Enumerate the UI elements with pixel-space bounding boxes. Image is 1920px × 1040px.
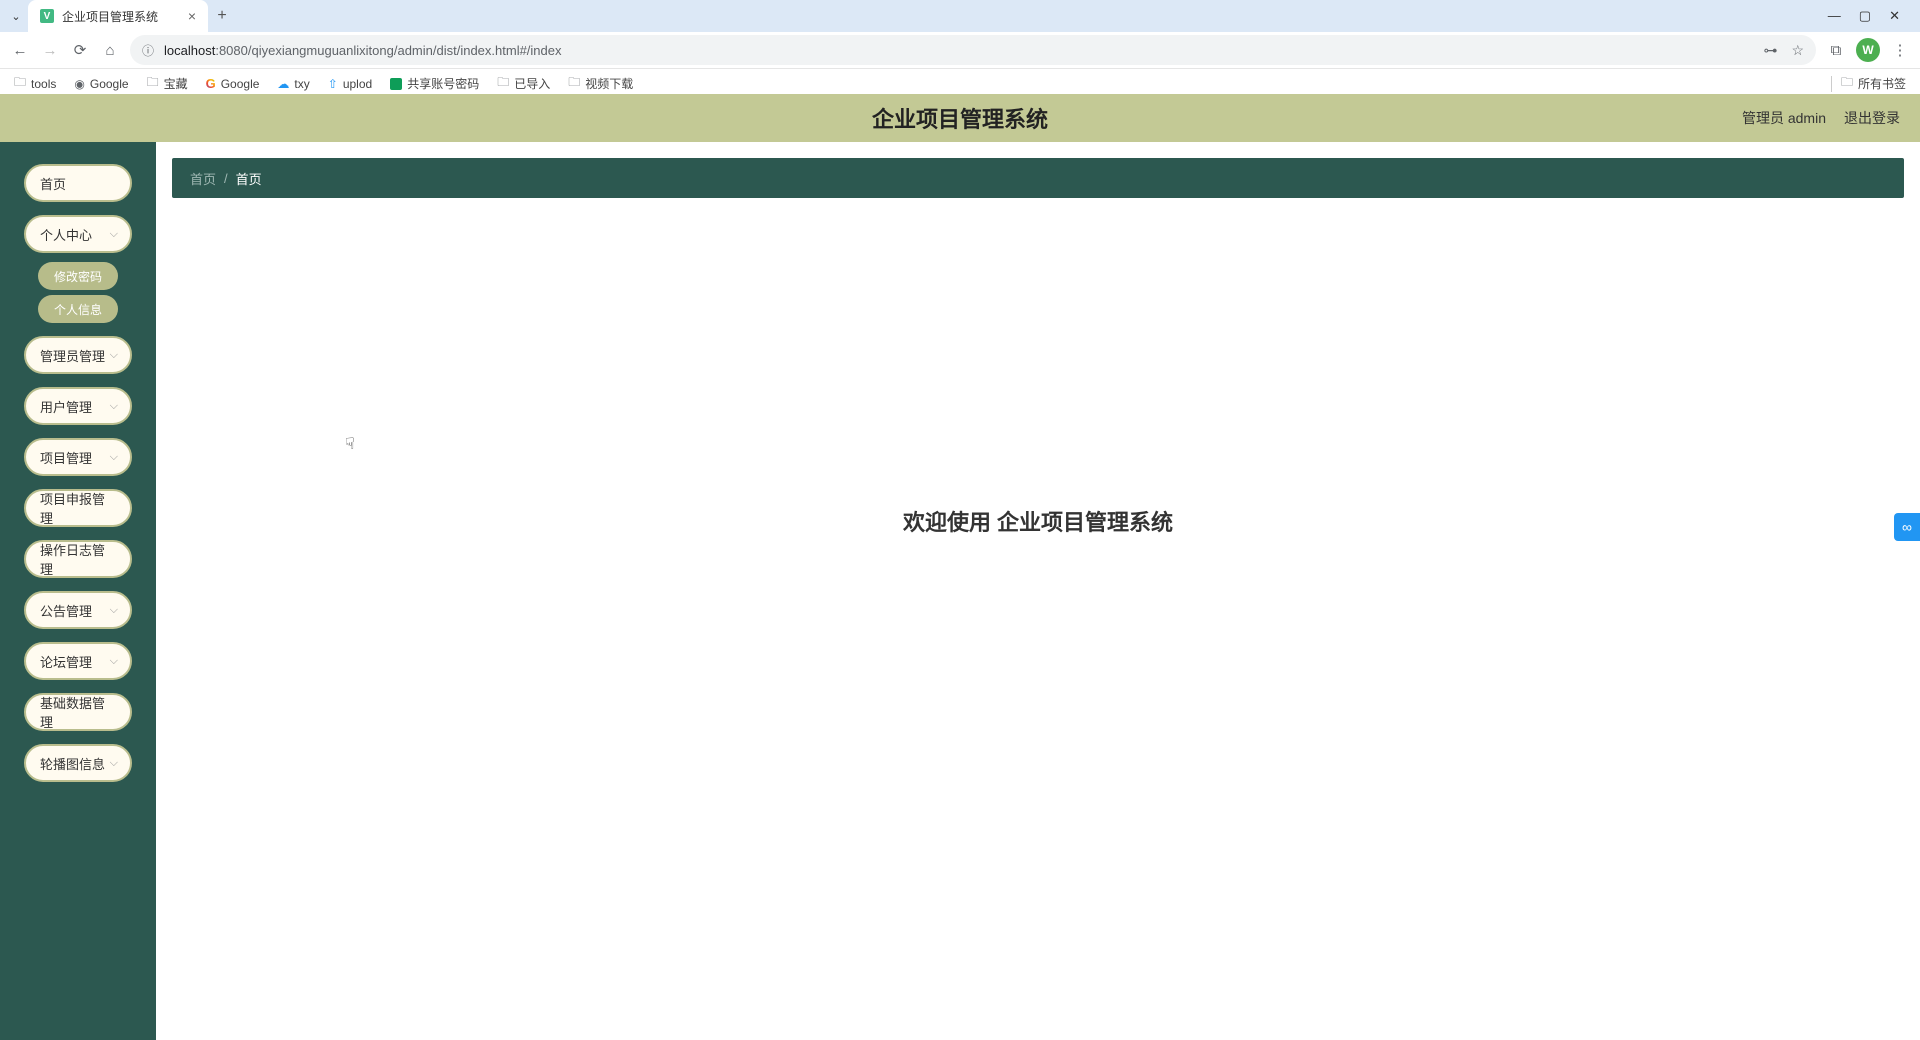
browser-tab[interactable]: V 企业项目管理系统 × bbox=[28, 0, 208, 32]
bookmark-uplod[interactable]: ⇧ uplod bbox=[328, 77, 372, 91]
sidebar-item-notice[interactable]: 公告管理 bbox=[24, 591, 132, 629]
sidebar-item-log[interactable]: 操作日志管理 bbox=[24, 540, 132, 578]
profile-avatar[interactable]: W bbox=[1856, 38, 1880, 62]
sidebar-item-label: 公告管理 bbox=[40, 601, 92, 620]
window-controls: ― ▢ ✕ bbox=[1828, 8, 1912, 24]
folder-icon: 🗀 bbox=[497, 73, 509, 94]
url-text: localhost:8080/qiyexiangmuguanlixitong/a… bbox=[164, 43, 1753, 58]
welcome-text: 欢迎使用 企业项目管理系统 bbox=[903, 505, 1173, 537]
user-info[interactable]: 管理员 admin bbox=[1742, 108, 1826, 128]
main-content: 首页 / 首页 欢迎使用 企业项目管理系统 bbox=[156, 142, 1920, 1040]
app-header: 企业项目管理系统 管理员 admin 退出登录 bbox=[0, 94, 1920, 142]
favicon-icon: V bbox=[40, 9, 54, 23]
bookmark-shared[interactable]: 共享账号密码 bbox=[390, 75, 479, 92]
sidebar-item-label: 个人中心 bbox=[40, 225, 92, 244]
tab-bar: ⌄ V 企业项目管理系统 × + ― ▢ ✕ bbox=[0, 0, 1920, 32]
floating-share-button[interactable]: ∞ bbox=[1894, 513, 1920, 541]
bookmark-video[interactable]: 🗀 视频下载 bbox=[568, 73, 633, 94]
sidebar-item-carousel[interactable]: 轮播图信息 bbox=[24, 744, 132, 782]
sidebar-item-user[interactable]: 用户管理 bbox=[24, 387, 132, 425]
sidebar-item-label: 首页 bbox=[40, 174, 66, 193]
minimize-button[interactable]: ― bbox=[1828, 8, 1841, 24]
submenu-change-password[interactable]: 修改密码 bbox=[38, 262, 118, 290]
sidebar-item-label: 项目申报管理 bbox=[40, 489, 116, 527]
breadcrumb-separator: / bbox=[224, 171, 228, 186]
close-tab-icon[interactable]: × bbox=[188, 8, 196, 24]
folder-icon: 🗀 bbox=[568, 73, 580, 94]
folder-icon: 🗀 bbox=[1841, 73, 1853, 94]
sidebar-item-label: 管理员管理 bbox=[40, 346, 105, 365]
separator bbox=[1831, 76, 1832, 92]
sidebar-item-label: 论坛管理 bbox=[40, 652, 92, 671]
logout-button[interactable]: 退出登录 bbox=[1844, 108, 1900, 128]
new-tab-button[interactable]: + bbox=[208, 2, 236, 30]
reload-button[interactable]: ⟳ bbox=[70, 41, 90, 59]
sidebar-item-label: 操作日志管理 bbox=[40, 540, 116, 578]
sidebar-item-declare[interactable]: 项目申报管理 bbox=[24, 489, 132, 527]
sidebar-item-label: 基础数据管理 bbox=[40, 693, 116, 731]
sidebar-item-label: 项目管理 bbox=[40, 448, 92, 467]
app-title: 企业项目管理系统 bbox=[872, 102, 1048, 134]
sidebar-item-admin[interactable]: 管理员管理 bbox=[24, 336, 132, 374]
bookmark-txy[interactable]: ☁ txy bbox=[277, 77, 309, 91]
submenu-label: 个人信息 bbox=[54, 301, 102, 318]
sidebar-item-home[interactable]: 首页 bbox=[24, 164, 132, 202]
sidebar-item-forum[interactable]: 论坛管理 bbox=[24, 642, 132, 680]
upload-icon: ⇧ bbox=[328, 77, 338, 91]
bookmark-imported[interactable]: 🗀 已导入 bbox=[497, 73, 550, 94]
url-bar[interactable]: ⓘ localhost:8080/qiyexiangmuguanlixitong… bbox=[130, 35, 1816, 65]
password-icon[interactable]: ⊶ bbox=[1763, 42, 1777, 59]
sidebar-item-label: 轮播图信息 bbox=[40, 754, 105, 773]
bookmark-treasure[interactable]: 🗀 宝藏 bbox=[147, 73, 188, 94]
sidebar: 首页 个人中心 修改密码 个人信息 管理员管理 用户管理 项目管理 项目申报管理… bbox=[0, 142, 156, 1040]
sidebar-item-personal[interactable]: 个人中心 bbox=[24, 215, 132, 253]
close-window-button[interactable]: ✕ bbox=[1889, 8, 1900, 24]
bookmark-google2[interactable]: G Google bbox=[206, 76, 260, 91]
welcome-area: 欢迎使用 企业项目管理系统 bbox=[172, 198, 1904, 1024]
home-button[interactable]: ⌂ bbox=[100, 42, 120, 59]
tab-dropdown-icon[interactable]: ⌄ bbox=[8, 8, 24, 24]
submenu-label: 修改密码 bbox=[54, 268, 102, 285]
site-info-icon[interactable]: ⓘ bbox=[142, 42, 154, 59]
breadcrumb: 首页 / 首页 bbox=[172, 158, 1904, 198]
folder-icon: 🗀 bbox=[147, 73, 159, 94]
forward-button[interactable]: → bbox=[40, 42, 60, 59]
cloud-icon: ☁ bbox=[277, 77, 289, 91]
back-button[interactable]: ← bbox=[10, 42, 30, 59]
submenu-personal: 修改密码 个人信息 bbox=[38, 262, 118, 328]
sidebar-item-project[interactable]: 项目管理 bbox=[24, 438, 132, 476]
sidebar-item-basedata[interactable]: 基础数据管理 bbox=[24, 693, 132, 731]
menu-icon[interactable]: ⋮ bbox=[1890, 41, 1910, 59]
share-icon: ∞ bbox=[1902, 519, 1912, 535]
folder-icon: 🗀 bbox=[14, 73, 26, 94]
app-body: 首页 个人中心 修改密码 个人信息 管理员管理 用户管理 项目管理 项目申报管理… bbox=[0, 142, 1920, 1040]
nav-bar: ← → ⟳ ⌂ ⓘ localhost:8080/qiyexiangmuguan… bbox=[0, 32, 1920, 68]
bookmark-tools[interactable]: 🗀 tools bbox=[14, 73, 56, 94]
maximize-button[interactable]: ▢ bbox=[1859, 8, 1871, 24]
bookmark-google[interactable]: ◉ Google bbox=[74, 77, 128, 91]
google-g-icon: G bbox=[206, 76, 216, 91]
breadcrumb-home[interactable]: 首页 bbox=[190, 169, 216, 188]
bookmark-star-icon[interactable]: ☆ bbox=[1791, 42, 1804, 59]
sheet-icon bbox=[390, 78, 402, 90]
sidebar-item-label: 用户管理 bbox=[40, 397, 92, 416]
tab-title: 企业项目管理系统 bbox=[62, 8, 180, 25]
browser-chrome: ⌄ V 企业项目管理系统 × + ― ▢ ✕ ← → ⟳ ⌂ ⓘ localho… bbox=[0, 0, 1920, 94]
breadcrumb-current: 首页 bbox=[236, 169, 262, 188]
submenu-profile[interactable]: 个人信息 bbox=[38, 295, 118, 323]
all-bookmarks[interactable]: 🗀 所有书签 bbox=[1841, 73, 1906, 94]
google-icon: ◉ bbox=[74, 77, 84, 91]
extensions-icon[interactable]: ⧉ bbox=[1826, 42, 1846, 59]
